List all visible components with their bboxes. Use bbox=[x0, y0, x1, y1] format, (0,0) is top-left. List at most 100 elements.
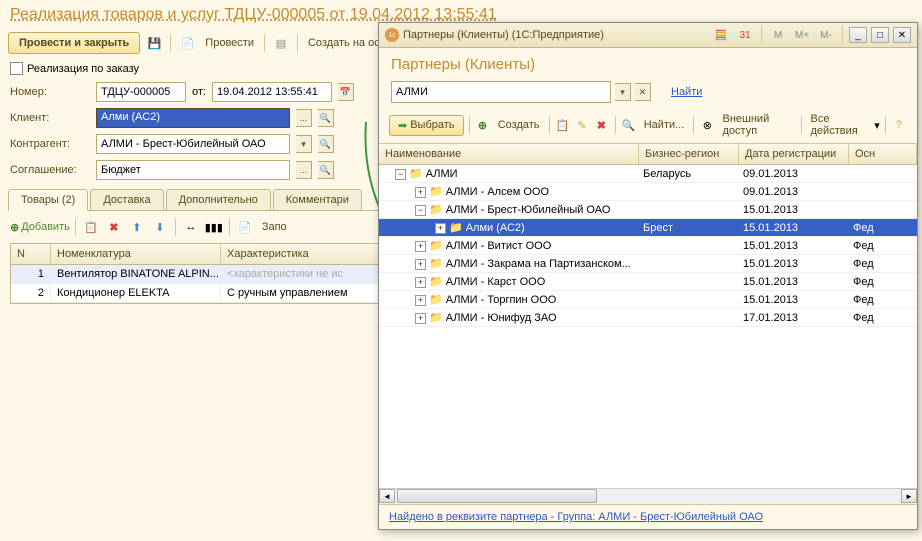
number-field[interactable] bbox=[96, 82, 186, 102]
fill-button[interactable]: Запо bbox=[258, 219, 291, 235]
tree-row[interactable]: +📁АЛМИ - Торгпин ООО15.01.2013Фед bbox=[379, 291, 917, 309]
add-button[interactable]: ⊕Добавить bbox=[10, 221, 70, 234]
save-icon[interactable]: 💾 bbox=[144, 33, 164, 53]
date-picker-icon[interactable]: 📅 bbox=[338, 83, 354, 101]
col-name[interactable]: Наименование bbox=[379, 144, 639, 164]
find-icon[interactable]: 🔍 bbox=[620, 115, 636, 135]
collapse-icon[interactable]: − bbox=[415, 205, 426, 216]
col-date[interactable]: Дата регистрации bbox=[739, 144, 849, 164]
from-label: от: bbox=[192, 86, 206, 98]
minimize-button[interactable]: _ bbox=[849, 27, 867, 43]
scroll-thumb[interactable] bbox=[397, 489, 597, 503]
close-button[interactable]: ✕ bbox=[893, 27, 911, 43]
partners-grid: Наименование Бизнес-регион Дата регистра… bbox=[379, 144, 917, 504]
popup-heading: Партнеры (Клиенты) bbox=[379, 48, 917, 77]
submit-button[interactable]: Провести bbox=[201, 35, 258, 51]
barcode-icon[interactable]: ▮▮▮ bbox=[204, 217, 224, 237]
expand-icon[interactable]: + bbox=[435, 223, 446, 234]
create-icon[interactable]: ⊕ bbox=[474, 115, 490, 135]
dropdown-icon[interactable]: ▾ bbox=[874, 119, 880, 132]
m-button[interactable]: M bbox=[768, 27, 788, 43]
tree-row[interactable]: −📁АЛМИБеларусь09.01.2013 bbox=[379, 165, 917, 183]
folder-icon: 📁 bbox=[429, 204, 443, 216]
counterparty-field[interactable] bbox=[96, 134, 290, 154]
search-dropdown-icon[interactable]: ▾ bbox=[615, 83, 631, 101]
delete-icon[interactable]: ✖ bbox=[104, 217, 124, 237]
scroll-left-icon[interactable]: ◄ bbox=[379, 489, 395, 503]
client-select-icon[interactable]: ... bbox=[296, 109, 312, 127]
expand-icon[interactable]: + bbox=[415, 313, 426, 324]
counterparty-dropdown-icon[interactable]: ▾ bbox=[296, 135, 312, 153]
tab-comment[interactable]: Комментари bbox=[273, 189, 362, 210]
arrow-icon: ➡ bbox=[398, 119, 407, 132]
m-minus-button[interactable]: M- bbox=[816, 27, 836, 43]
footer-link[interactable]: Найдено в реквизите партнера - Группа: А… bbox=[389, 511, 763, 523]
tree-row[interactable]: +📁АЛМИ - Витист ООО15.01.2013Фед bbox=[379, 237, 917, 255]
col-region[interactable]: Бизнес-регион bbox=[639, 144, 739, 164]
by-order-checkbox[interactable] bbox=[10, 62, 23, 75]
edit-icon[interactable]: ✎ bbox=[574, 115, 590, 135]
expand-icon[interactable]: + bbox=[415, 259, 426, 270]
up-icon[interactable]: ⬆ bbox=[127, 217, 147, 237]
tab-additional[interactable]: Дополнительно bbox=[166, 189, 271, 210]
tree-row[interactable]: +📁АЛМИ - Карст ООО15.01.2013Фед bbox=[379, 273, 917, 291]
scroll-right-icon[interactable]: ► bbox=[901, 489, 917, 503]
row-name: АЛМИ - Закрама на Партизанском... bbox=[446, 258, 631, 270]
agreement-field[interactable] bbox=[96, 160, 290, 180]
tree-row[interactable]: +📁АЛМИ - Закрама на Партизанском...15.01… bbox=[379, 255, 917, 273]
create-based-button[interactable]: Создать на осн bbox=[304, 35, 390, 51]
row-name: АЛМИ - Брест-Юбилейный ОАО bbox=[446, 204, 611, 216]
create-button[interactable]: Создать bbox=[494, 117, 544, 133]
maximize-button[interactable]: □ bbox=[871, 27, 889, 43]
find-link[interactable]: Найти bbox=[667, 84, 706, 100]
folder-icon: 📁 bbox=[429, 258, 443, 270]
search-clear-icon[interactable]: ✕ bbox=[635, 83, 651, 101]
calc-icon[interactable]: 🧮 bbox=[711, 27, 731, 43]
adjust-icon[interactable]: ↔ bbox=[181, 217, 201, 237]
submit-close-button[interactable]: Провести и закрыть bbox=[8, 32, 140, 54]
search-input[interactable] bbox=[391, 81, 611, 103]
folder-icon: 📁 bbox=[409, 168, 423, 180]
popup-toolbar: ➡Выбрать ⊕ Создать 📋 ✎ ✖ 🔍 Найти... ⊗ Вн… bbox=[379, 107, 917, 144]
expand-icon[interactable]: + bbox=[415, 277, 426, 288]
help-icon[interactable]: ? bbox=[891, 115, 907, 135]
tree-row[interactable]: +📁АЛМИ - Алсем ООО09.01.2013 bbox=[379, 183, 917, 201]
counterparty-search-icon[interactable]: 🔍 bbox=[318, 135, 334, 153]
expand-icon[interactable]: + bbox=[415, 295, 426, 306]
external-access-button[interactable]: Внешний доступ bbox=[719, 111, 796, 139]
number-label: Номер: bbox=[10, 86, 90, 98]
copy2-icon[interactable]: 📋 bbox=[554, 115, 570, 135]
agreement-select-icon[interactable]: ... bbox=[296, 161, 312, 179]
doc-icon[interactable]: 📄 bbox=[177, 33, 197, 53]
calendar-icon[interactable]: 31 bbox=[735, 27, 755, 43]
client-field[interactable]: Алми (АС2) bbox=[96, 108, 290, 128]
agreement-label: Соглашение: bbox=[10, 164, 90, 176]
find-button[interactable]: Найти... bbox=[640, 117, 689, 133]
client-search-icon[interactable]: 🔍 bbox=[318, 109, 334, 127]
doc2-icon[interactable]: 📄 bbox=[235, 217, 255, 237]
all-actions-button[interactable]: Все действия bbox=[807, 111, 872, 139]
h-scrollbar[interactable]: ◄ ► bbox=[379, 488, 917, 504]
list-icon[interactable]: ▤ bbox=[271, 33, 291, 53]
tree-row[interactable]: +📁Алми (АС2)Брест15.01.2013Фед bbox=[379, 219, 917, 237]
tree-row[interactable]: −📁АЛМИ - Брест-Юбилейный ОАО15.01.2013 bbox=[379, 201, 917, 219]
col-osn[interactable]: Осн bbox=[849, 144, 917, 164]
col-nom[interactable]: Номенклатура bbox=[51, 244, 221, 264]
down-icon[interactable]: ⬇ bbox=[150, 217, 170, 237]
expand-icon[interactable]: + bbox=[415, 241, 426, 252]
collapse-icon[interactable]: − bbox=[395, 169, 406, 180]
m-plus-button[interactable]: M+ bbox=[792, 27, 812, 43]
select-button[interactable]: ➡Выбрать bbox=[389, 115, 464, 136]
tree-row[interactable]: +📁АЛМИ - Юнифуд ЗАО17.01.2013Фед bbox=[379, 309, 917, 327]
expand-icon[interactable]: + bbox=[415, 187, 426, 198]
date-field[interactable] bbox=[212, 82, 332, 102]
plus-icon: ⊕ bbox=[10, 221, 19, 234]
delete2-icon[interactable]: ✖ bbox=[593, 115, 609, 135]
popup-titlebar[interactable]: 1c Партнеры (Клиенты) (1С:Предприятие) 🧮… bbox=[379, 23, 917, 48]
col-n[interactable]: N bbox=[11, 244, 51, 264]
cancel-find-icon[interactable]: ⊗ bbox=[699, 115, 715, 135]
copy-icon[interactable]: 📋 bbox=[81, 217, 101, 237]
tab-delivery[interactable]: Доставка bbox=[90, 189, 163, 210]
agreement-search-icon[interactable]: 🔍 bbox=[318, 161, 334, 179]
tab-goods[interactable]: Товары (2) bbox=[8, 189, 88, 211]
